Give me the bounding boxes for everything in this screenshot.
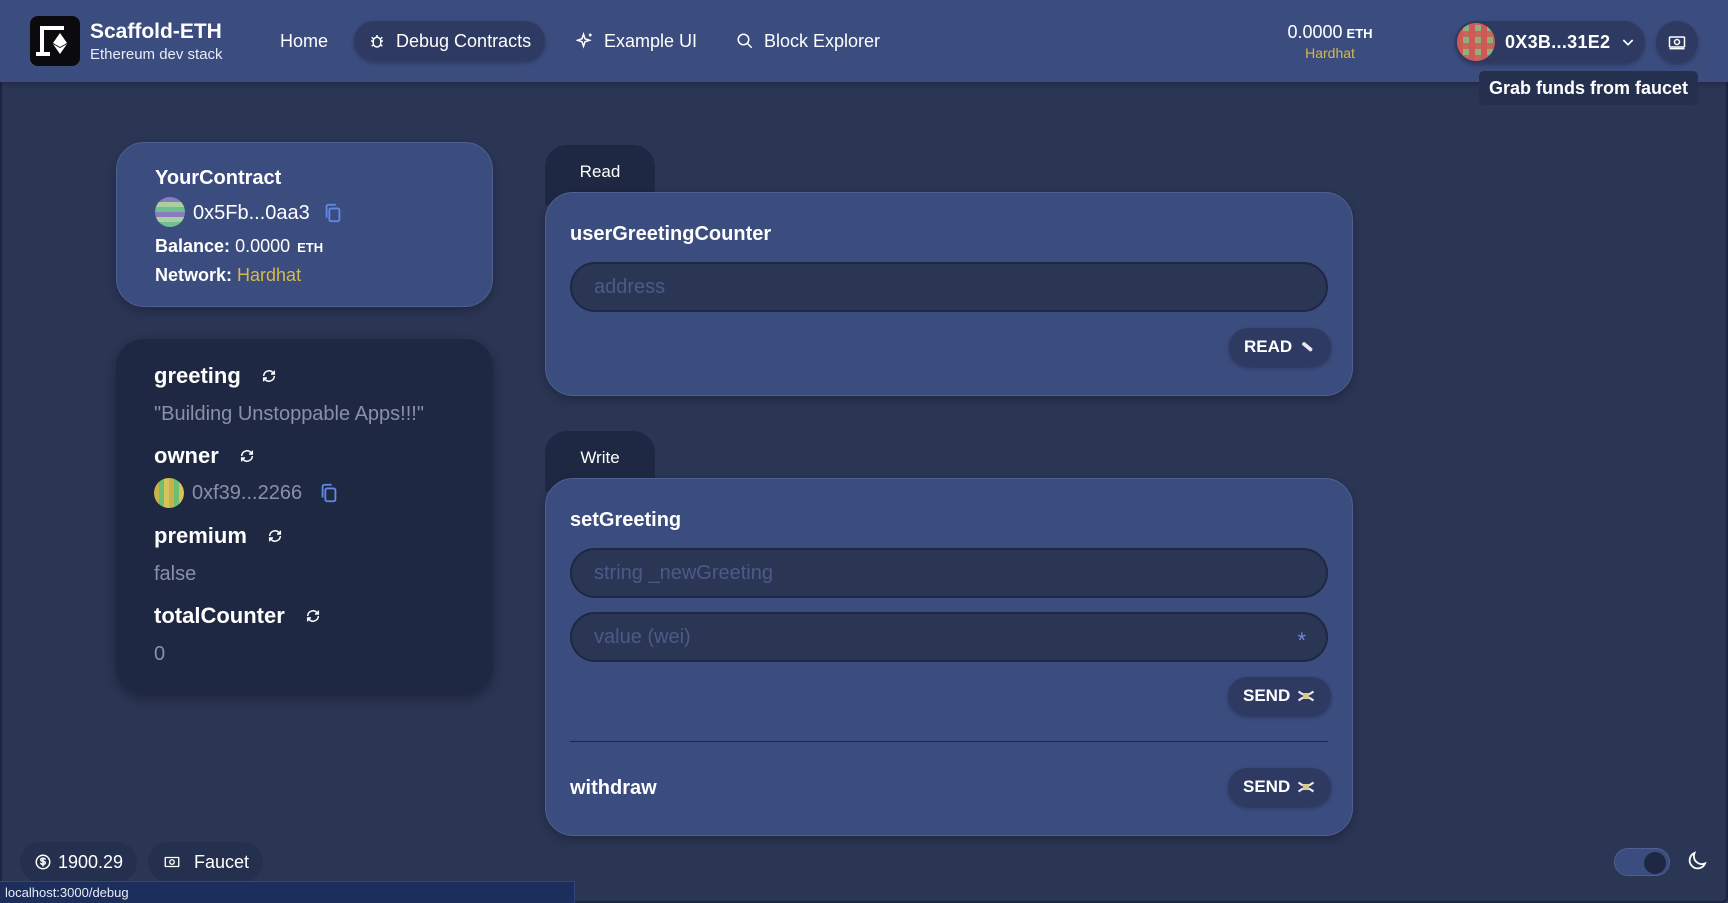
var-premium-name: premium <box>154 523 247 548</box>
nav-debug-label: Debug Contracts <box>396 30 532 51</box>
var-owner-value[interactable]: 0xf39...2266 <box>192 482 302 505</box>
top-navbar: Scaffold-ETH Ethereum dev stack Home Deb… <box>0 0 1728 82</box>
eth-price-value: 1900.29 <box>58 851 124 872</box>
value-wei-input[interactable]: value (wei) * <box>570 612 1328 662</box>
dollar-icon <box>35 854 51 870</box>
var-total-counter: totalCounter <box>154 603 321 629</box>
contract-network-label: Network: <box>155 265 233 285</box>
theme-toggle-knob <box>1644 852 1666 874</box>
var-premium: premium <box>154 523 283 549</box>
nav-home-label: Home <box>280 30 329 51</box>
contract-address[interactable]: 0x5Fb...0aa3 <box>193 202 310 225</box>
send-setgreeting-button[interactable]: SEND <box>1228 677 1332 715</box>
eth-price-badge: 1900.29 <box>20 842 138 882</box>
value-wei-placeholder: value (wei) <box>594 625 691 648</box>
new-greeting-placeholder: string _newGreeting <box>594 561 773 584</box>
nav-example-label: Example UI <box>604 30 698 51</box>
contract-balance-value: 0.0000 <box>235 236 291 256</box>
contract-avatar <box>155 197 185 227</box>
header-network: Hardhat <box>1305 45 1355 61</box>
nav-block-explorer[interactable]: Block Explorer <box>722 21 894 61</box>
nav-debug-contracts[interactable]: Debug Contracts <box>354 21 546 61</box>
moon-icon <box>1688 851 1707 870</box>
account-address: 0X3B...31E2 <box>1505 31 1611 52</box>
bug-icon <box>371 35 383 48</box>
contract-info-card: YourContract 0x5Fb...0aa3 Balance: 0.000… <box>116 142 493 307</box>
send-withdraw-button[interactable]: SEND <box>1228 768 1332 806</box>
faucet-button[interactable] <box>1656 21 1698 63</box>
contract-network: Network: Hardhat <box>155 265 301 286</box>
copy-icon[interactable] <box>322 201 344 225</box>
var-greeting: greeting <box>154 363 277 389</box>
read-button[interactable]: READ <box>1229 328 1332 366</box>
send-button-label: SEND <box>1243 686 1291 705</box>
read-panel: userGreetingCounter address READ <box>545 192 1353 396</box>
var-greeting-name: greeting <box>154 363 241 388</box>
contract-balance-label: Balance: <box>155 236 231 256</box>
read-button-label: READ <box>1244 337 1293 356</box>
contract-balance-unit: ETH <box>297 240 324 255</box>
browser-status-bar: localhost:3000/debug <box>0 881 575 903</box>
multiply-icon[interactable]: * <box>1297 628 1306 654</box>
contract-name: YourContract <box>155 167 282 189</box>
nav-example-ui[interactable]: Example UI <box>562 21 711 61</box>
refresh-icon[interactable] <box>239 448 255 464</box>
app-subtitle: Ethereum dev stack <box>90 46 223 63</box>
function-divider <box>570 741 1328 742</box>
faucet-tooltip: Grab funds from faucet <box>1479 71 1699 105</box>
write-fn1-name: setGreeting <box>570 509 682 531</box>
faucet-footer-button[interactable]: Faucet <box>148 842 264 882</box>
refresh-icon[interactable] <box>267 528 283 544</box>
header-balance-value: 0.0000 <box>1287 22 1343 42</box>
var-premium-value: false <box>154 563 197 585</box>
write-fn2-name: withdraw <box>570 777 657 799</box>
address-input-placeholder: address <box>594 275 666 298</box>
money-wings-icon <box>1298 690 1315 702</box>
chevron-down-icon <box>1623 39 1634 46</box>
app-title[interactable]: Scaffold-ETH <box>90 20 222 44</box>
contract-network-value: Hardhat <box>237 265 302 285</box>
var-total-name: totalCounter <box>154 603 285 628</box>
read-fn-name: userGreetingCounter <box>570 223 772 245</box>
sparkles-icon <box>576 32 592 49</box>
banknotes-icon <box>1668 36 1686 50</box>
nav-home[interactable]: Home <box>266 21 342 61</box>
search-icon <box>737 33 753 49</box>
status-url: localhost:3000/debug <box>5 885 129 900</box>
account-dropdown-button[interactable]: 0X3B...31E2 <box>1455 21 1645 63</box>
owner-avatar <box>154 478 184 508</box>
scaffold-logo[interactable] <box>30 16 80 66</box>
write-panel: setGreeting string _newGreeting value (w… <box>545 478 1353 836</box>
telescope-icon <box>1302 342 1313 352</box>
send-button-label: SEND <box>1243 777 1291 796</box>
copy-icon[interactable] <box>318 481 340 505</box>
refresh-icon[interactable] <box>261 368 277 384</box>
var-total-value: 0 <box>154 643 166 665</box>
address-input[interactable]: address <box>570 262 1328 312</box>
contract-balance: Balance: 0.0000 ETH <box>155 236 323 257</box>
refresh-icon[interactable] <box>305 608 321 624</box>
money-wings-icon <box>1298 781 1315 793</box>
banknotes-icon <box>164 856 180 868</box>
header-balance: 0.0000 ETH Hardhat <box>1270 22 1390 61</box>
new-greeting-input[interactable]: string _newGreeting <box>570 548 1328 598</box>
faucet-footer-label: Faucet <box>194 851 250 872</box>
nav-explorer-label: Block Explorer <box>764 30 881 51</box>
header-balance-unit: ETH <box>1346 26 1373 41</box>
var-owner-name: owner <box>154 443 219 468</box>
var-owner: owner <box>154 443 255 469</box>
contract-variables-card: greeting "Building Unstoppable Apps!!!" … <box>116 339 493 694</box>
account-avatar <box>1457 23 1495 61</box>
theme-toggle[interactable] <box>1614 848 1670 876</box>
var-greeting-value: "Building Unstoppable Apps!!!" <box>154 403 424 425</box>
